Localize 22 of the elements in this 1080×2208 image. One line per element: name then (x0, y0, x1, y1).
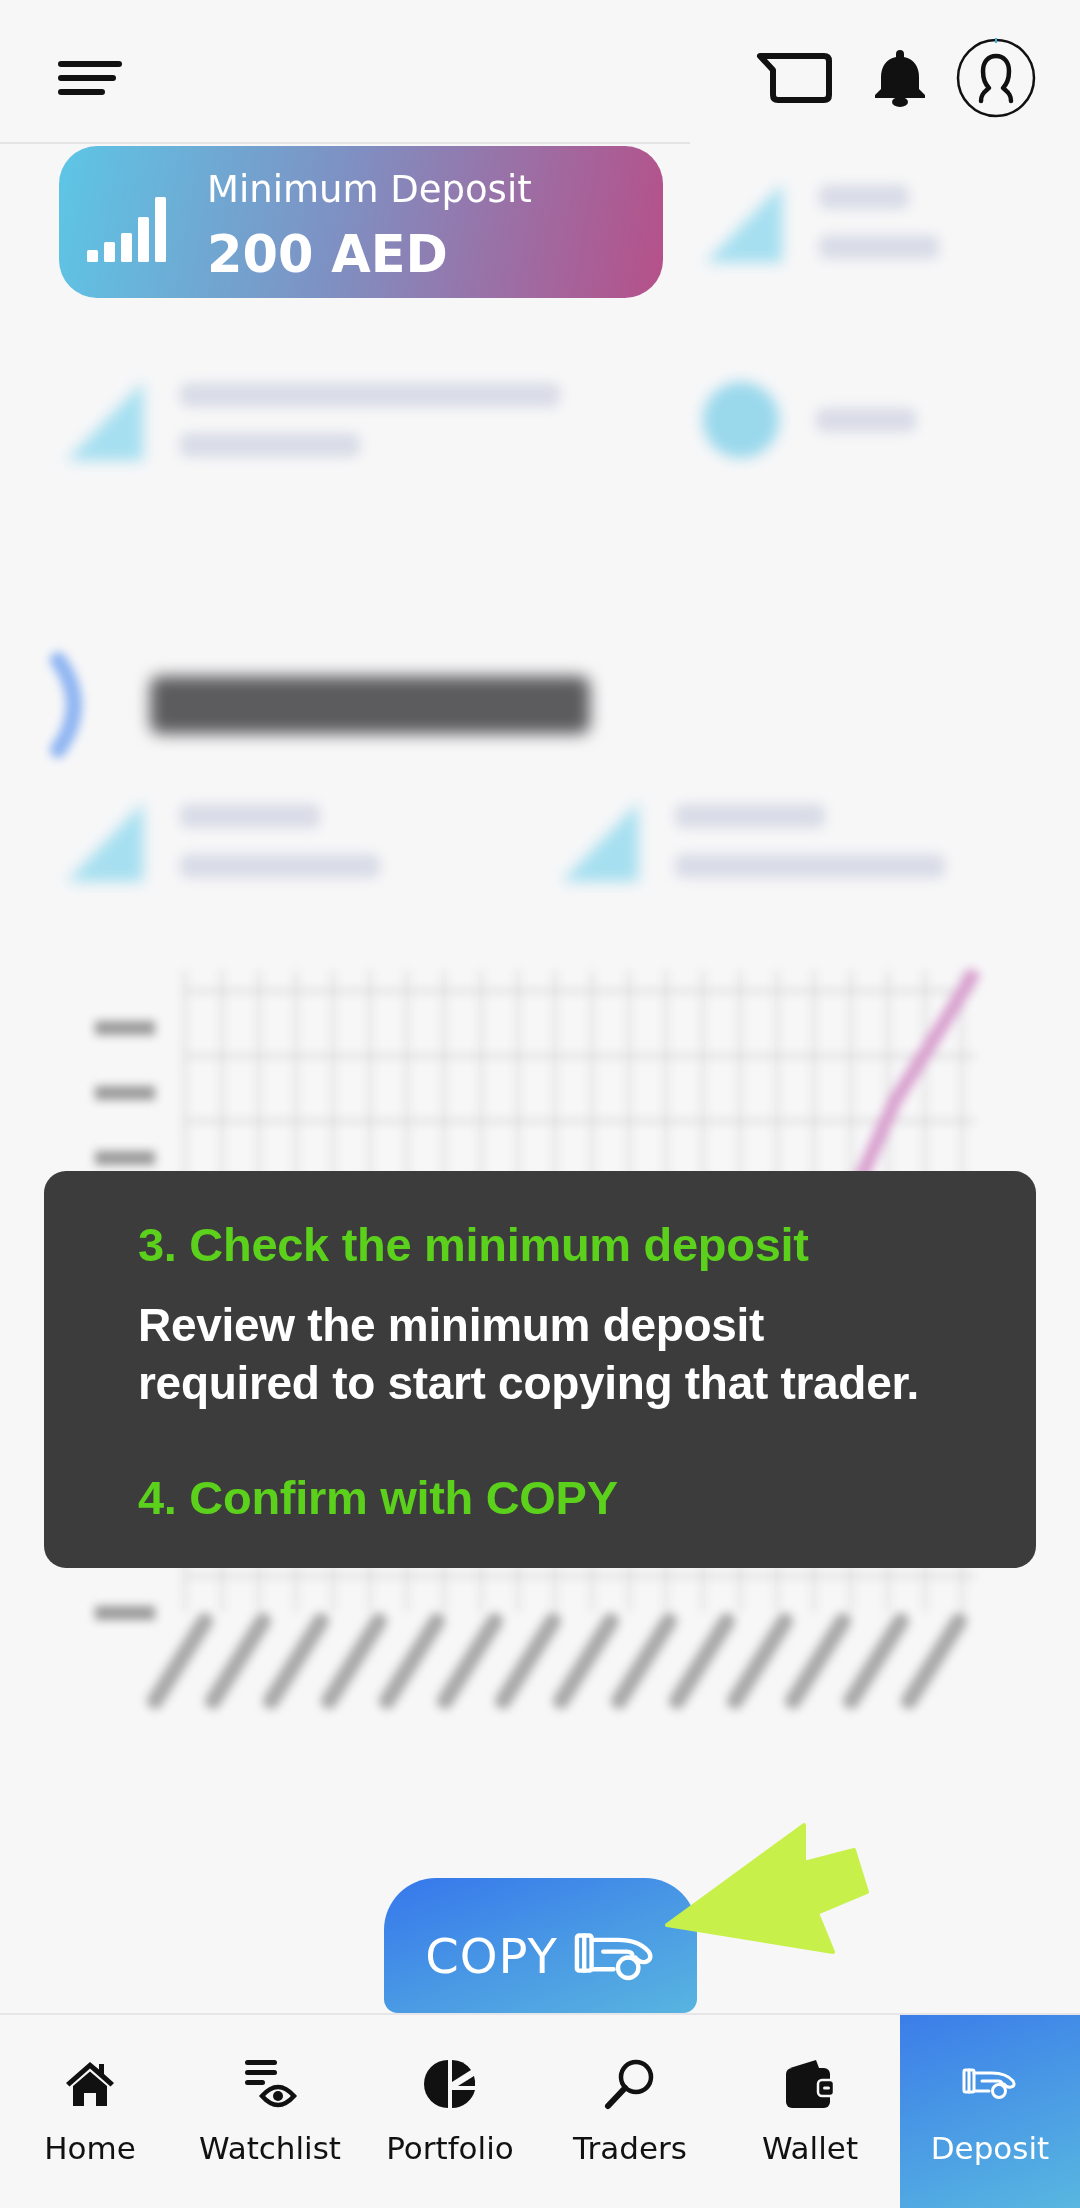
nav-tab[interactable]: Home (0, 2015, 180, 2208)
profile-button[interactable] (956, 38, 1036, 118)
nav-tab[interactable]: Watchlist (180, 2015, 360, 2208)
nav-tab[interactable]: Wallet (720, 2015, 900, 2208)
tooltip-heading: 4. Confirm with COPY (138, 1470, 618, 1526)
tooltip-heading: 3. Check the minimum deposit (138, 1217, 809, 1273)
nav-tab[interactable]: Portfolio (360, 2015, 540, 2208)
deposit-amount: 200 AED (207, 223, 449, 286)
blurred-axis-label (95, 1151, 155, 1165)
notifications-button[interactable] (874, 48, 926, 108)
menu-icon (58, 60, 122, 96)
blurred-axis-label (95, 1086, 155, 1100)
avatar-icon (956, 38, 1036, 118)
message-icon (756, 52, 832, 104)
blurred-axis-label (95, 1021, 155, 1035)
bell-icon (874, 48, 926, 108)
signal-bars-icon (87, 196, 167, 262)
message-button[interactable] (756, 52, 832, 104)
deposit-label: Minimum Deposit (207, 166, 532, 213)
menu-button[interactable] (58, 60, 122, 96)
tooltip-text: Review the minimum deposit required to start copying that trader. (138, 1298, 920, 1411)
nav-tab[interactable]: Traders (540, 2015, 720, 2208)
